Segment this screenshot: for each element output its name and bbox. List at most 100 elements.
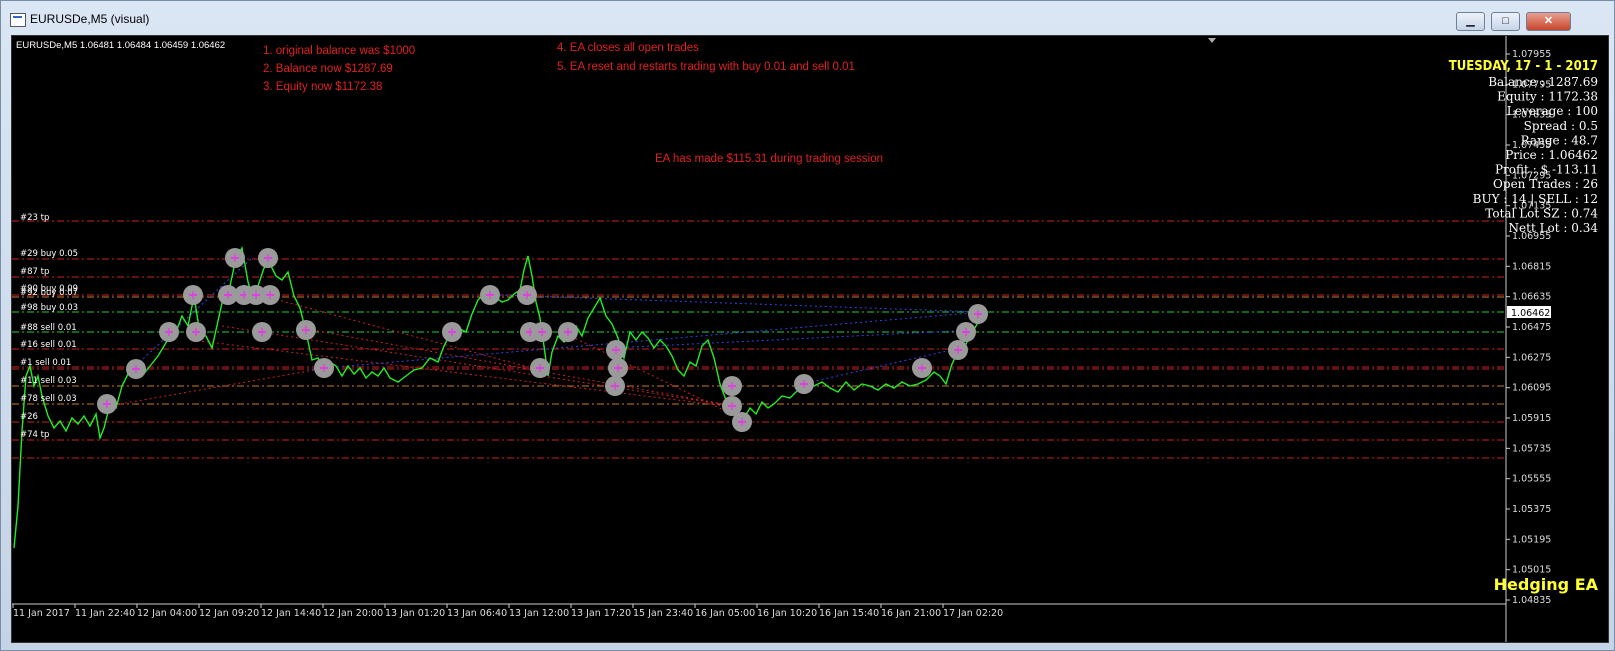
annotation-note: EA has made $115.31 during trading sessi… (655, 153, 883, 165)
x-tick-label: 13 Jan 06:40 (447, 608, 507, 619)
order-marker[interactable] (97, 394, 117, 414)
y-tick-label: 1.05375 (1512, 504, 1551, 515)
order-marker[interactable] (480, 285, 500, 305)
x-tick-label: 11 Jan 2017 (13, 608, 70, 619)
order-label: #16 sell 0.01 (20, 340, 77, 350)
order-marker[interactable] (260, 285, 280, 305)
chart-window-icon (10, 13, 26, 27)
annotation-left-1: 1. original balance was $1000 (263, 45, 415, 57)
trade-link-line (191, 339, 735, 408)
order-label: #29 buy 0.05 (20, 249, 78, 259)
order-marker[interactable] (558, 322, 578, 342)
y-tick-label: 1.05915 (1512, 413, 1551, 424)
y-tick-label: 1.06635 (1512, 292, 1551, 303)
trade-link-line (311, 311, 983, 370)
chart-header: EURUSDe,M5 1.06481 1.06484 1.06459 1.064… (16, 40, 225, 51)
trade-link-line (311, 329, 735, 407)
order-marker[interactable] (606, 340, 626, 360)
info-row: Spread : 0.5 (1524, 119, 1598, 133)
order-marker[interactable] (532, 322, 552, 342)
order-label: #98 buy 0.03 (20, 303, 78, 313)
trade-link-line (221, 325, 735, 407)
y-tick-label: 1.05735 (1512, 443, 1551, 454)
trade-link-line (131, 257, 253, 370)
x-tick-label: 13 Jan 17:20 (571, 608, 631, 619)
order-marker[interactable] (258, 248, 278, 268)
order-marker[interactable] (186, 322, 206, 342)
order-marker[interactable] (948, 340, 968, 360)
info-row: BUY : 14 | SELL : 12 (1473, 192, 1598, 206)
x-tick-label: 12 Jan 14:40 (261, 608, 321, 619)
order-marker[interactable] (608, 358, 628, 378)
order-marker[interactable] (732, 412, 752, 432)
window-title: EURUSDe,M5 (visual) (30, 12, 150, 26)
x-tick-label: 17 Jan 02:20 (943, 608, 1003, 619)
info-row: Price : 1.06462 (1505, 148, 1598, 162)
order-marker[interactable] (314, 358, 334, 378)
order-label: #11 sell 0.03 (20, 376, 77, 386)
order-label: #78 sell 0.03 (20, 394, 77, 404)
info-row: Equity : 1172.38 (1497, 90, 1598, 104)
order-marker[interactable] (912, 358, 932, 378)
order-marker[interactable] (968, 304, 988, 324)
order-label: #26 (20, 412, 38, 422)
chart-canvas[interactable]: #23 tp #29 buy 0.05 #87 tp #90 buy 0.09 #92 … (11, 35, 1609, 643)
y-tick-label: 1.04835 (1512, 595, 1551, 606)
trade-link-line (801, 347, 961, 385)
order-label: #92 buy 0.07 (20, 288, 78, 298)
current-price-label: 1.06462 (1511, 308, 1550, 319)
order-marker[interactable] (252, 322, 272, 342)
x-tick-label: 12 Jan 04:00 (137, 608, 197, 619)
info-date: TUESDAY, 17 - 1 - 2017 (1449, 59, 1598, 74)
y-tick-label: 1.06095 (1512, 383, 1551, 394)
close-button[interactable]: ✕ (1526, 12, 1571, 31)
x-tick-label: 16 Jan 21:00 (881, 608, 941, 619)
chart-shift-marker[interactable] (1208, 38, 1216, 43)
x-tick-label: 13 Jan 01:20 (385, 608, 445, 619)
order-marker[interactable] (225, 248, 245, 268)
annotation-middle-1: 4. EA closes all open trades (557, 42, 699, 54)
info-row: Nett Lot : 0.34 (1509, 221, 1599, 235)
maximize-button[interactable]: □ (1491, 12, 1520, 31)
title-bar[interactable]: EURUSDe,M5 (visual) ▁ □ ✕ (1, 1, 1614, 35)
x-tick-label: 11 Jan 22:40 (75, 608, 135, 619)
order-marker[interactable] (296, 320, 316, 340)
x-tick-label: 16 Jan 10:20 (757, 608, 817, 619)
order-marker[interactable] (159, 322, 179, 342)
x-tick-label: 15 Jan 23:40 (633, 608, 693, 619)
info-row: Balance : 1287.69 (1488, 75, 1598, 89)
order-marker[interactable] (183, 285, 203, 305)
info-row: Leverage : 100 (1507, 104, 1598, 118)
annotation-middle-2: 5. EA reset and restarts trading with bu… (557, 61, 855, 73)
order-marker[interactable] (722, 376, 742, 396)
annotation-left-2: 2. Balance now $1287.69 (263, 63, 393, 75)
y-tick-label: 1.06275 (1512, 352, 1551, 363)
info-row: Total Lot SZ : 0.74 (1485, 206, 1598, 220)
order-marker[interactable] (442, 322, 462, 342)
order-label: #87 tp (20, 267, 49, 277)
order-label: #74 tp (20, 430, 49, 440)
x-tick-label: 13 Jan 12:00 (509, 608, 569, 619)
y-tick-label: 1.05195 (1512, 534, 1551, 545)
order-label: #1 sell 0.01 (20, 358, 71, 368)
info-row: Range : 48.7 (1521, 133, 1598, 147)
x-tick-label: 12 Jan 09:20 (199, 608, 259, 619)
info-row: Open Trades : 26 (1493, 177, 1598, 191)
order-marker[interactable] (517, 285, 537, 305)
x-tick-label: 16 Jan 05:00 (695, 608, 755, 619)
order-marker[interactable] (794, 374, 814, 394)
order-marker[interactable] (605, 376, 625, 396)
order-marker[interactable] (956, 322, 976, 342)
order-marker[interactable] (530, 358, 550, 378)
annotation-left-3: 3. Equity now $1172.38 (263, 81, 382, 93)
order-marker[interactable] (126, 359, 146, 379)
app-window: EURUSDe,M5 (visual) ▁ □ ✕ #23 tp #29 buy … (0, 0, 1615, 651)
x-tick-label: 16 Jan 15:40 (819, 608, 879, 619)
x-tick-label: 12 Jan 20:00 (323, 608, 383, 619)
minimize-button[interactable]: ▁ (1456, 12, 1485, 31)
brand-label: Hedging EA (1494, 575, 1599, 594)
y-tick-label: 1.06815 (1512, 261, 1551, 272)
info-row: Profit : $ -113.11 (1495, 163, 1598, 177)
y-tick-label: 1.06475 (1512, 322, 1551, 333)
y-tick-label: 1.05555 (1512, 474, 1551, 485)
